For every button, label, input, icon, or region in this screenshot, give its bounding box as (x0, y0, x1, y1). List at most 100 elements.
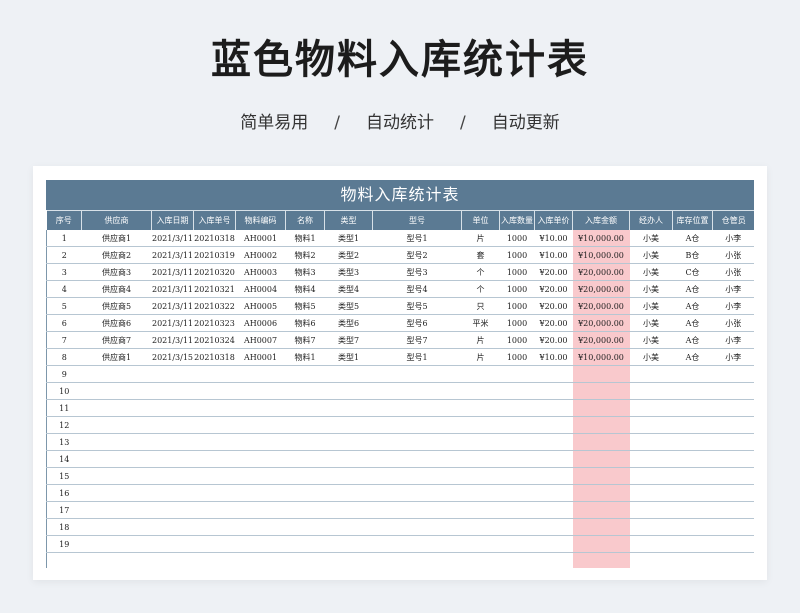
table-cell[interactable]: A仓 (672, 331, 713, 349)
table-cell[interactable] (81, 484, 152, 502)
table-cell[interactable] (672, 535, 713, 553)
table-cell[interactable] (499, 382, 535, 400)
table-cell[interactable]: 类型4 (324, 280, 373, 298)
table-cell[interactable]: 2021/3/11 (151, 314, 194, 332)
table-cell[interactable]: 供应商1 (81, 348, 152, 366)
table-cell[interactable] (534, 518, 573, 536)
table-cell[interactable] (193, 535, 236, 553)
table-cell[interactable]: 供应商4 (81, 280, 152, 298)
table-cell[interactable] (324, 416, 373, 434)
table-cell[interactable] (235, 433, 286, 451)
table-cell[interactable] (81, 467, 152, 485)
table-cell[interactable] (151, 501, 194, 519)
table-cell[interactable]: 1 (46, 230, 82, 247)
table-cell[interactable]: 20210322 (193, 297, 236, 315)
table-cell[interactable]: 20210324 (193, 331, 236, 349)
table-cell[interactable] (193, 484, 236, 502)
table-cell[interactable]: AH0001 (235, 230, 286, 247)
table-cell[interactable]: 1000 (499, 263, 535, 281)
table-cell[interactable] (193, 416, 236, 434)
table-cell[interactable]: A仓 (672, 314, 713, 332)
table-cell[interactable] (372, 450, 462, 468)
table-cell[interactable] (193, 552, 236, 568)
table-cell[interactable] (534, 416, 573, 434)
table-cell[interactable] (572, 382, 630, 400)
table-cell[interactable] (372, 501, 462, 519)
table-cell[interactable]: 1000 (499, 331, 535, 349)
table-cell[interactable]: ¥20.00 (534, 314, 573, 332)
table-cell[interactable]: AH0005 (235, 297, 286, 315)
table-cell[interactable] (712, 365, 754, 383)
table-cell[interactable] (151, 450, 194, 468)
table-cell[interactable] (461, 518, 500, 536)
table-cell[interactable]: ¥10,000.00 (572, 230, 630, 247)
table-cell[interactable]: 小美 (629, 348, 673, 366)
table-cell[interactable]: AH0006 (235, 314, 286, 332)
table-cell[interactable] (461, 501, 500, 519)
table-cell[interactable]: 个 (461, 263, 500, 281)
table-cell[interactable]: 1000 (499, 230, 535, 247)
table-cell[interactable] (81, 450, 152, 468)
table-cell[interactable] (499, 484, 535, 502)
table-cell[interactable] (534, 552, 573, 568)
table-cell[interactable] (499, 433, 535, 451)
table-cell[interactable] (534, 450, 573, 468)
table-cell[interactable]: 小美 (629, 263, 673, 281)
table-cell[interactable]: 1000 (499, 297, 535, 315)
table-cell[interactable]: 6 (46, 314, 82, 332)
table-cell[interactable] (461, 433, 500, 451)
table-cell[interactable] (499, 467, 535, 485)
table-cell[interactable] (572, 535, 630, 553)
table-cell[interactable]: 物料3 (285, 263, 325, 281)
table-cell[interactable] (712, 450, 754, 468)
table-cell[interactable] (672, 450, 713, 468)
table-cell[interactable]: 小美 (629, 314, 673, 332)
table-cell[interactable] (151, 552, 194, 568)
table-cell[interactable] (151, 399, 194, 417)
table-cell[interactable] (324, 535, 373, 553)
table-cell[interactable] (81, 518, 152, 536)
table-cell[interactable] (81, 416, 152, 434)
table-cell[interactable] (372, 416, 462, 434)
table-cell[interactable]: 小李 (712, 297, 754, 315)
table-cell[interactable] (534, 433, 573, 451)
table-cell[interactable]: ¥20,000.00 (572, 280, 630, 298)
table-cell[interactable] (235, 467, 286, 485)
table-cell[interactable]: 类型5 (324, 297, 373, 315)
table-cell[interactable] (285, 382, 325, 400)
table-cell[interactable] (324, 450, 373, 468)
table-cell[interactable] (629, 450, 673, 468)
table-cell[interactable]: ¥10.00 (534, 230, 573, 247)
table-cell[interactable] (534, 365, 573, 383)
table-cell[interactable]: AH0004 (235, 280, 286, 298)
table-cell[interactable] (324, 467, 373, 485)
table-cell[interactable]: 10 (46, 382, 82, 400)
table-cell[interactable] (151, 467, 194, 485)
table-cell[interactable] (193, 433, 236, 451)
table-cell[interactable]: 20210323 (193, 314, 236, 332)
table-cell[interactable]: 个 (461, 280, 500, 298)
table-cell[interactable]: 2021/3/11 (151, 263, 194, 281)
table-cell[interactable]: 小张 (712, 314, 754, 332)
table-cell[interactable]: 型号3 (372, 263, 462, 281)
table-cell[interactable] (712, 399, 754, 417)
table-cell[interactable]: ¥10.00 (534, 246, 573, 264)
table-cell[interactable]: 类型2 (324, 246, 373, 264)
table-cell[interactable] (235, 382, 286, 400)
table-cell[interactable] (672, 501, 713, 519)
table-cell[interactable] (712, 382, 754, 400)
table-cell[interactable] (324, 382, 373, 400)
table-cell[interactable] (534, 467, 573, 485)
table-cell[interactable]: 20210321 (193, 280, 236, 298)
table-cell[interactable]: 类型1 (324, 230, 373, 247)
table-cell[interactable]: 物料4 (285, 280, 325, 298)
table-cell[interactable]: 小李 (712, 331, 754, 349)
table-cell[interactable]: A仓 (672, 348, 713, 366)
table-cell[interactable] (285, 416, 325, 434)
table-cell[interactable]: 小李 (712, 280, 754, 298)
table-cell[interactable]: 20210318 (193, 230, 236, 247)
table-cell[interactable] (461, 416, 500, 434)
table-cell[interactable] (534, 484, 573, 502)
table-cell[interactable]: 片 (461, 348, 500, 366)
table-cell[interactable]: 小张 (712, 246, 754, 264)
